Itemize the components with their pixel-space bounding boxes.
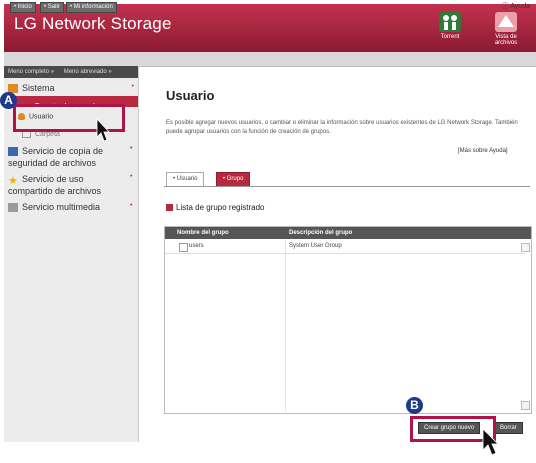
- bullet-icon: [166, 204, 173, 212]
- star-icon: ★: [8, 175, 18, 188]
- backup-icon: [8, 147, 18, 157]
- help-icon: ⓘ: [501, 3, 509, 10]
- tab-grupo[interactable]: • Grupo: [216, 172, 251, 187]
- sidebar-item-multimedia[interactable]: Servicio multimedia: [8, 202, 136, 213]
- group-list-heading-text: Lista de grupo registrado: [176, 203, 265, 212]
- home-button[interactable]: • Inicio: [10, 2, 36, 13]
- help-label: Ayuda: [510, 3, 530, 10]
- mouse-cursor-icon: [96, 118, 110, 142]
- sidebar-item-label: Sistema: [22, 83, 55, 93]
- sidebar-item-sharing[interactable]: ★ Servicio de uso compartido de archivos: [8, 173, 128, 197]
- column-header-description: Descripción del grupo: [289, 230, 353, 236]
- torrent-icon: [439, 12, 461, 32]
- my-info-button[interactable]: • Mi información: [66, 2, 117, 13]
- mouse-cursor-icon: [482, 428, 499, 456]
- page-description: Es posible agregar nuevos usuarios, o ca…: [166, 120, 518, 135]
- scroll-down-icon[interactable]: [521, 401, 530, 410]
- expand-dot-icon: •: [130, 145, 133, 152]
- tab-divider: [164, 186, 530, 187]
- sidebar-item-label: Servicio de uso compartido de archivos: [8, 174, 102, 196]
- tab-usuario[interactable]: • Usuario: [166, 172, 205, 187]
- more-help-link[interactable]: [Más sobre Ayuda]: [458, 148, 508, 154]
- table-header: Nombre del grupo Descripción del grupo: [165, 227, 531, 239]
- scroll-up-icon[interactable]: [521, 243, 530, 252]
- group-description-cell: System User Group: [289, 243, 342, 249]
- exit-button[interactable]: • Salir: [40, 2, 64, 13]
- sidebar-item-label: Servicio de copia de seguridad de archiv…: [8, 146, 104, 168]
- toolbar: [4, 52, 536, 67]
- group-table: Nombre del grupo Descripción del grupo u…: [164, 226, 532, 414]
- sidebar-item-backup[interactable]: Servicio de copia de seguridad de archiv…: [8, 145, 128, 169]
- annotation-badge-a: A: [0, 92, 17, 109]
- menu-short-tab[interactable]: Menú abreviado »: [64, 69, 112, 75]
- torrent-label: Torrent: [440, 34, 460, 40]
- sidebar-item-label: Servicio multimedia: [22, 202, 101, 212]
- help-link-top[interactable]: ⓘ Ayuda: [502, 1, 530, 11]
- annotation-badge-b: B: [406, 397, 423, 414]
- menu-tabs: Menú completo » Menú abreviado »: [4, 66, 138, 78]
- column-divider: [285, 239, 286, 411]
- menu-full-tab[interactable]: Menú completo »: [8, 69, 54, 75]
- column-header-name: Nombre del grupo: [177, 230, 229, 236]
- file-view-button[interactable]: Vista de archivos: [484, 12, 528, 46]
- table-row[interactable]: users System User Group: [165, 239, 525, 254]
- group-name-cell: users: [189, 243, 204, 249]
- group-list-heading: Lista de grupo registrado: [166, 203, 265, 212]
- expand-dot-icon: •: [131, 83, 134, 90]
- torrent-button[interactable]: Torrent: [428, 12, 472, 40]
- app-title: LG Network Storage: [14, 14, 172, 33]
- file-view-label: Vista de archivos: [494, 34, 518, 46]
- multimedia-icon: [8, 203, 18, 213]
- expand-dot-icon: •: [130, 202, 133, 209]
- file-view-icon: [495, 12, 517, 32]
- sidebar-item-system[interactable]: Sistema •: [8, 83, 136, 94]
- row-checkbox[interactable]: [179, 243, 188, 252]
- expand-dot-icon: •: [130, 173, 133, 180]
- page-title: Usuario: [166, 88, 215, 103]
